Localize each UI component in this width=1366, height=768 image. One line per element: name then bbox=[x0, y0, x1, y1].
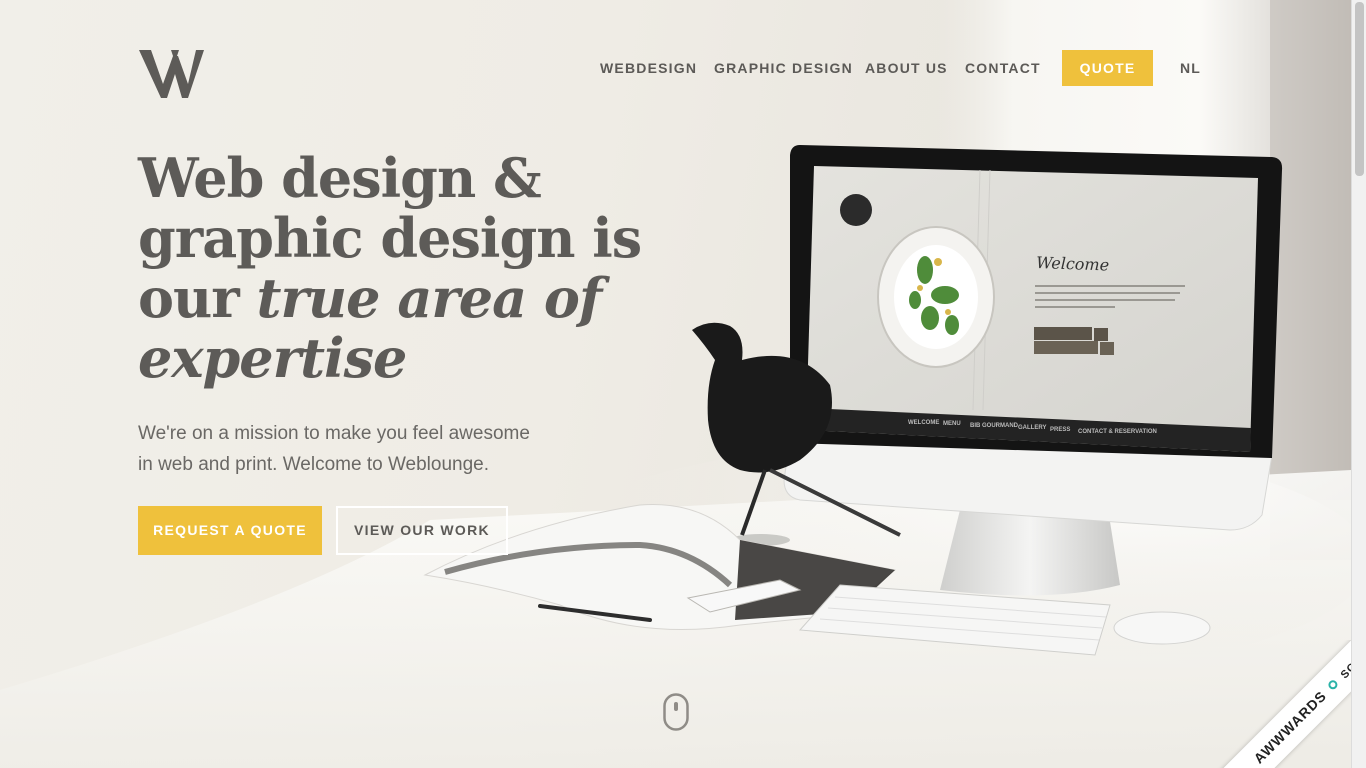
headline-line-3: our true area of bbox=[138, 266, 602, 330]
headline-line-4-italic: expertise bbox=[138, 326, 407, 390]
hero-subtitle: We're on a mission to make you feel awes… bbox=[138, 418, 568, 480]
subtitle-line-1: We're on a mission to make you feel awes… bbox=[138, 423, 530, 444]
nav-contact[interactable]: CONTACT bbox=[965, 50, 1041, 86]
headline-line-3-regular: our bbox=[138, 266, 257, 330]
headline-line-2: graphic design is bbox=[138, 206, 642, 270]
svg-text:CONTACT & RESERVATION: CONTACT & RESERVATION bbox=[1078, 429, 1157, 435]
nav-graphic-design[interactable]: GRAPHIC DESIGN bbox=[714, 50, 853, 86]
screen-welcome-text: Welcome bbox=[1036, 253, 1110, 275]
subtitle-line-2: in web and print. Welcome to Weblounge. bbox=[138, 454, 489, 475]
nav-about-us[interactable]: ABOUT US bbox=[865, 50, 948, 86]
svg-text:WELCOME: WELCOME bbox=[908, 420, 939, 426]
scroll-down-mouse-icon[interactable] bbox=[663, 693, 689, 731]
headline-line-4: expertise bbox=[138, 328, 598, 388]
view-work-button[interactable]: VIEW OUR WORK bbox=[336, 506, 508, 555]
page-scrollbar[interactable] bbox=[1351, 0, 1366, 768]
nav-webdesign[interactable]: WEBDESIGN bbox=[600, 50, 697, 86]
main-nav: WEBDESIGN GRAPHIC DESIGN ABOUT US CONTAC… bbox=[0, 50, 1351, 86]
language-switch[interactable]: NL bbox=[1180, 50, 1201, 86]
request-quote-button[interactable]: REQUEST A QUOTE bbox=[138, 506, 322, 555]
hero-headline: Web design & graphic design is our true … bbox=[138, 146, 642, 388]
awwwards-ribbon-band[interactable]: AWWWARDS SOTD bbox=[1216, 640, 1351, 768]
svg-text:PRESS: PRESS bbox=[1050, 427, 1070, 433]
svg-text:GALLERY: GALLERY bbox=[1018, 425, 1046, 431]
sotd-text: SOTD bbox=[1338, 648, 1351, 682]
headline-line-3-italic: true area of bbox=[256, 266, 603, 330]
headline-line-1: Web design & bbox=[138, 146, 542, 210]
hero-section: Welcome WELCOME MENU BIB GOURMAND GALLER… bbox=[0, 0, 1351, 768]
scrollbar-thumb[interactable] bbox=[1355, 2, 1364, 176]
awwwards-circle-icon bbox=[1326, 678, 1340, 691]
svg-text:BIB GOURMAND: BIB GOURMAND bbox=[970, 423, 1019, 429]
svg-text:MENU: MENU bbox=[943, 421, 961, 427]
awwwards-text: AWWWARDS bbox=[1250, 687, 1330, 767]
awwwards-ribbon[interactable]: AWWWARDS SOTD bbox=[1216, 640, 1351, 768]
nav-quote-button[interactable]: QUOTE bbox=[1062, 50, 1153, 86]
